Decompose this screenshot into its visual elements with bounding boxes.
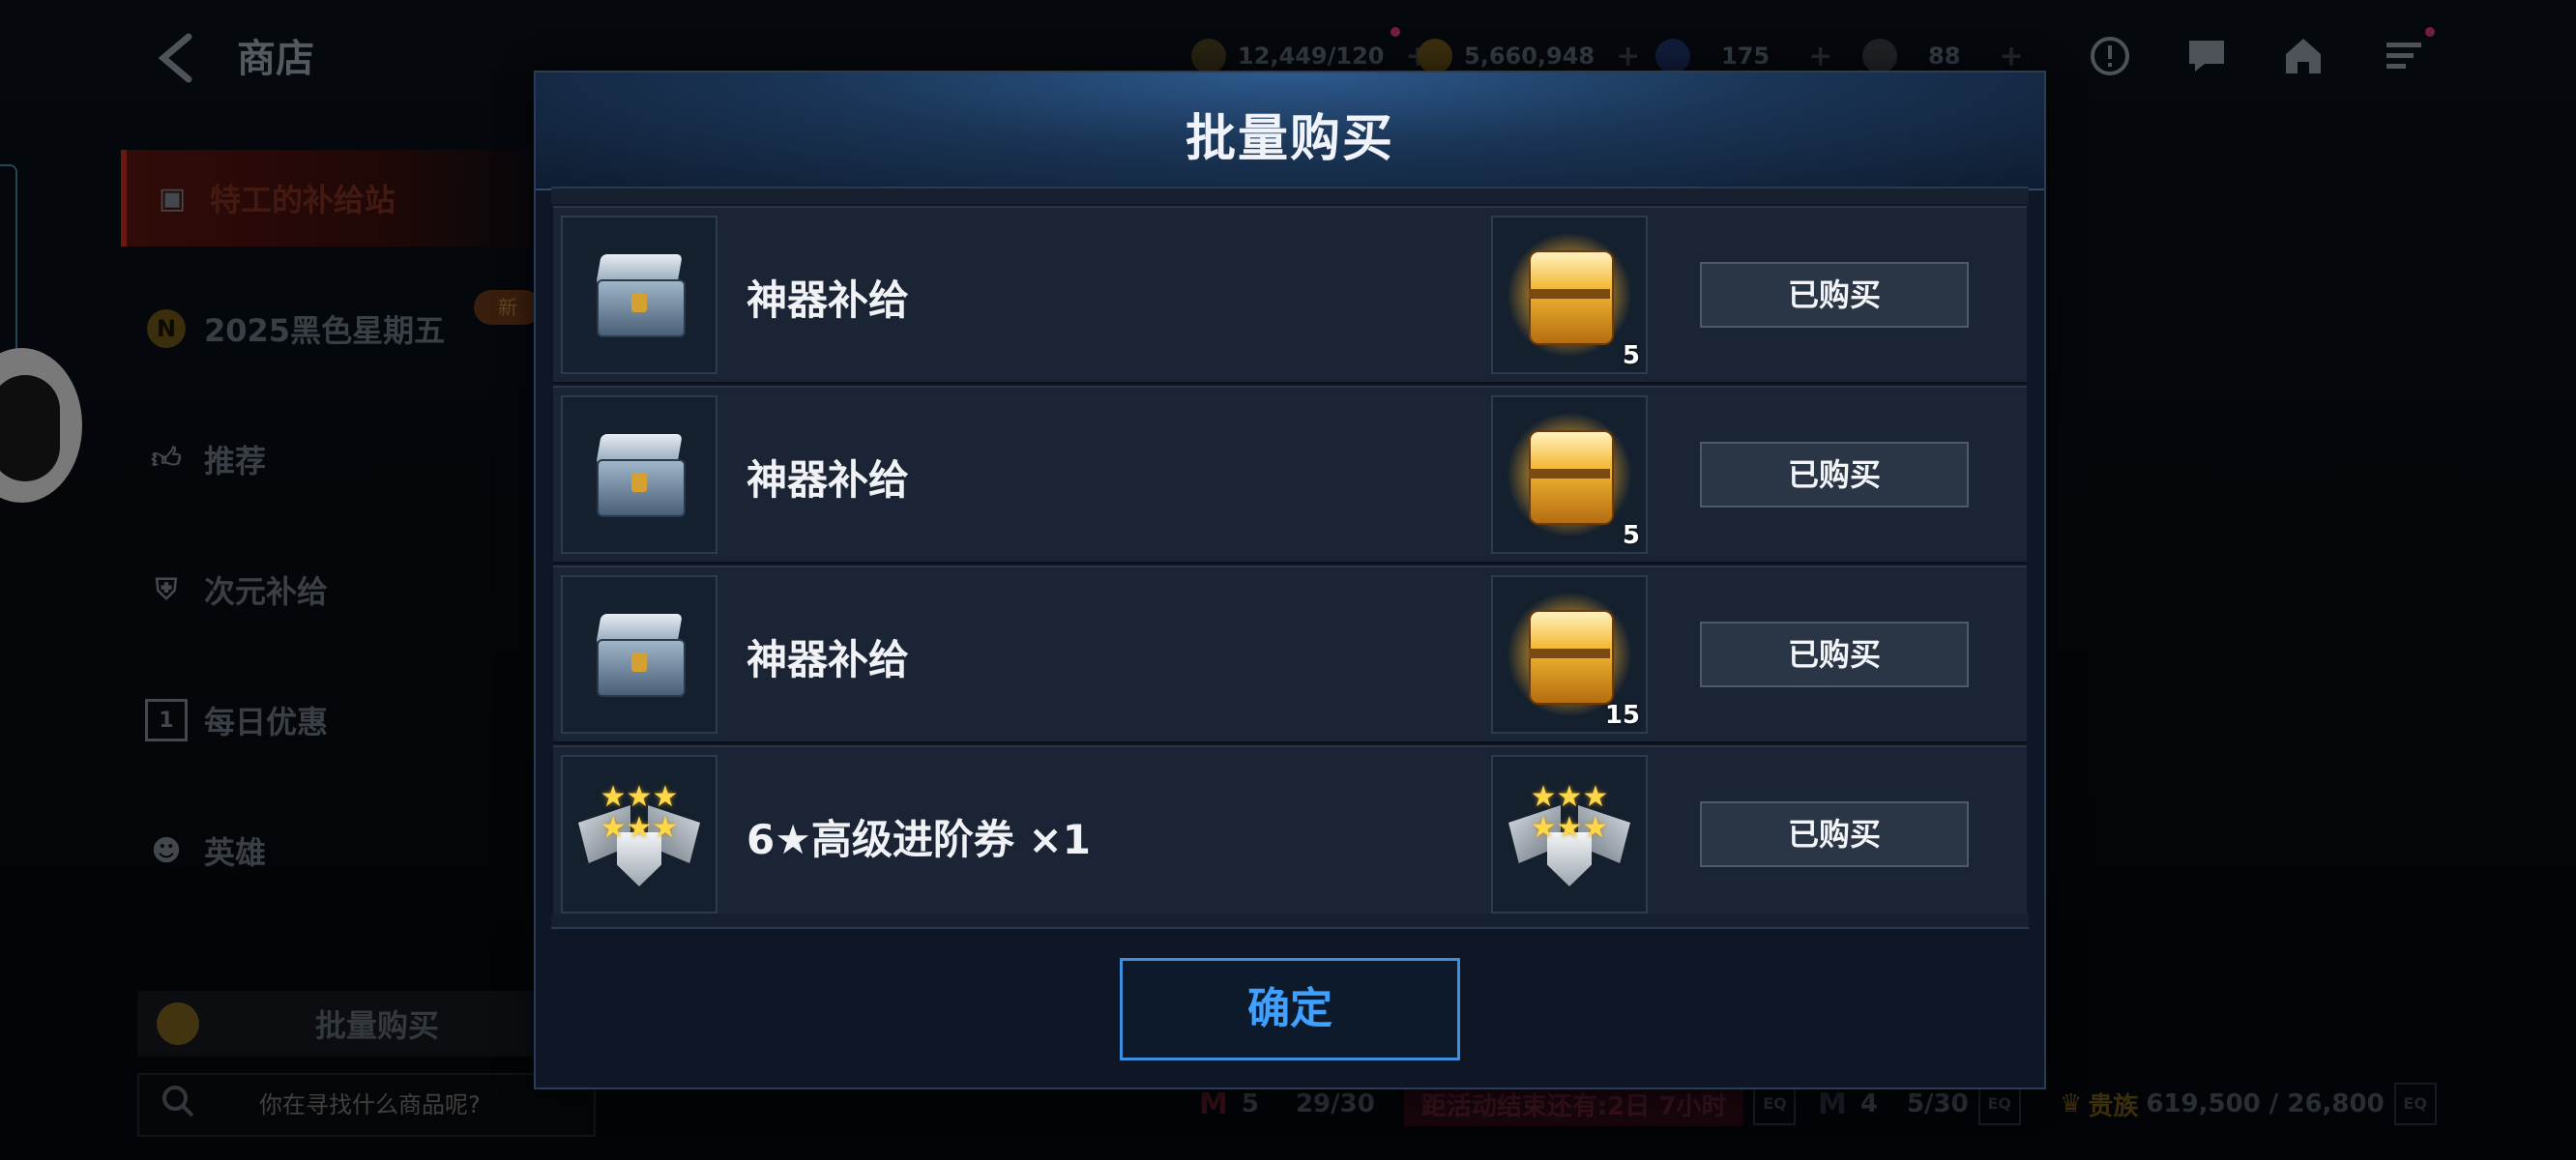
list-divider-bottom (551, 914, 2029, 929)
purchased-button[interactable]: 已购买 (1700, 801, 1969, 867)
dialog-title: 批量购买 (1185, 110, 1394, 168)
dialog-header: 批量购买 (536, 72, 2044, 190)
batch-purchase-dialog: 批量购买 神器补给 5 已购买 神器补给 5 已购买 神器补给 15 已购买 ★… (534, 71, 2046, 1089)
purchased-button[interactable]: 已购买 (1700, 442, 1969, 508)
silver-chest-icon (593, 254, 686, 337)
reward-thumbnail: ★★★ ★★★ (1491, 755, 1648, 914)
item-name: 神器补给 (746, 456, 910, 504)
purchase-row: ★★★ ★★★ 6★高级进阶券 ×1 ★★★ ★★★ 已购买 (553, 745, 2027, 923)
reward-count: 5 (1622, 341, 1640, 370)
purchased-button[interactable]: 已购买 (1700, 262, 1969, 328)
gold-chest-icon (1508, 411, 1631, 538)
item-name: 神器补给 (746, 276, 910, 324)
silver-chest-icon (593, 434, 686, 517)
purchase-row: 神器补给 5 已购买 (553, 386, 2027, 564)
six-star-badge-icon: ★★★ ★★★ (576, 776, 702, 892)
purchase-row: 神器补给 5 已购买 (553, 206, 2027, 384)
item-thumbnail: ★★★ ★★★ (561, 755, 717, 914)
item-name: 神器补给 (746, 636, 910, 683)
purchase-row: 神器补给 15 已购买 (553, 566, 2027, 743)
six-star-badge-icon: ★★★ ★★★ (1507, 776, 1632, 892)
gold-chest-icon (1508, 591, 1631, 718)
reward-thumbnail: 5 (1491, 395, 1648, 554)
purchased-button[interactable]: 已购买 (1700, 622, 1969, 687)
list-divider-top (551, 187, 2029, 204)
reward-count: 15 (1604, 701, 1640, 730)
confirm-button[interactable]: 确定 (1120, 958, 1460, 1060)
reward-count: 5 (1622, 521, 1640, 550)
item-thumbnail (561, 395, 717, 554)
gold-chest-icon (1508, 231, 1631, 359)
item-thumbnail (561, 216, 717, 374)
silver-chest-icon (593, 614, 686, 697)
item-thumbnail (561, 575, 717, 734)
reward-thumbnail: 5 (1491, 216, 1648, 374)
item-name: 6★高级进阶券 ×1 (746, 816, 1091, 863)
reward-thumbnail: 15 (1491, 575, 1648, 734)
